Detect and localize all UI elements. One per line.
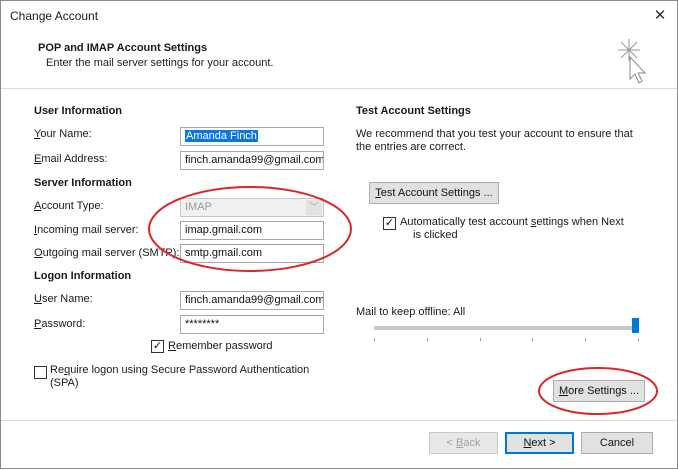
server-info-heading: Server Information	[34, 177, 132, 189]
slider-tick	[532, 338, 533, 341]
remember-password-label[interactable]: Remember password	[168, 340, 273, 352]
auto-test-checkbox[interactable]: ✓	[383, 217, 396, 230]
change-account-dialog: Change Account ✕ POP and IMAP Account Se…	[0, 0, 678, 469]
spa-checkbox[interactable]	[34, 366, 47, 379]
test-description-line1: We recommend that you test your account …	[356, 128, 633, 140]
wizard-sparkle-cursor-icon	[618, 39, 647, 84]
next-button[interactable]: Next >	[505, 432, 574, 454]
incoming-server-label: Incoming mail server:	[34, 224, 139, 236]
offline-slider-fill	[374, 326, 639, 330]
email-input[interactable]: finch.amanda99@gmail.com	[180, 151, 324, 170]
spa-label[interactable]: Require logon using Secure Password Auth…	[50, 364, 309, 376]
test-settings-heading: Test Account Settings	[356, 105, 471, 117]
back-button[interactable]: < Back	[429, 432, 498, 454]
title-bar: Change Account ✕	[1, 1, 677, 31]
chevron-down-icon: ﹀	[306, 200, 322, 215]
header-subtitle: Enter the mail server settings for your …	[46, 57, 274, 69]
checkmark-icon: ✓	[152, 340, 163, 352]
remember-password-checkbox[interactable]: ✓	[151, 340, 164, 353]
spa-label-line2: (SPA)	[50, 377, 79, 389]
offline-slider[interactable]	[374, 318, 639, 333]
your-name-label: Your Name:	[34, 128, 92, 140]
your-name-input[interactable]: Amanda Finch	[180, 127, 324, 146]
logon-info-heading: Logon Information	[34, 270, 132, 282]
cancel-button[interactable]: Cancel	[581, 432, 653, 454]
auto-test-label-line2: is clicked	[413, 229, 458, 241]
offline-slider-thumb[interactable]	[632, 318, 639, 333]
auto-test-label[interactable]: Automatically test account settings when…	[400, 216, 624, 228]
test-description-line2: the entries are correct.	[356, 141, 467, 153]
user-info-heading: User Information	[34, 105, 123, 117]
username-input[interactable]: finch.amanda99@gmail.com	[180, 291, 324, 310]
header-separator	[1, 88, 677, 89]
account-type-select[interactable]: IMAP ﹀	[180, 198, 324, 217]
slider-tick	[638, 338, 639, 341]
slider-tick	[585, 338, 586, 341]
window-title: Change Account	[10, 9, 99, 23]
offline-label: Mail to keep offline: All	[356, 306, 466, 318]
footer-separator	[1, 420, 677, 421]
account-type-value: IMAP	[185, 201, 212, 213]
incoming-server-input[interactable]: imap.gmail.com	[180, 221, 324, 240]
password-label: Password:	[34, 318, 86, 330]
outgoing-server-label: Outgoing mail server (SMTP):	[34, 247, 180, 259]
slider-tick	[480, 338, 481, 341]
close-icon: ✕	[653, 7, 667, 24]
close-button[interactable]: ✕	[643, 1, 677, 31]
more-settings-button[interactable]: More Settings ...	[553, 380, 645, 402]
offline-value: All	[453, 306, 466, 318]
slider-tick	[374, 338, 375, 341]
username-label: User Name:	[34, 293, 93, 305]
outgoing-server-input[interactable]: smtp.gmail.com	[180, 244, 324, 263]
checkmark-icon: ✓	[384, 217, 395, 229]
your-name-value: Amanda Finch	[185, 130, 258, 142]
offline-slider-ticks	[374, 338, 639, 342]
slider-tick	[427, 338, 428, 341]
email-label: Email Address:	[34, 153, 108, 165]
header-title: POP and IMAP Account Settings	[38, 42, 208, 54]
account-type-label: Account Type:	[34, 200, 104, 212]
password-input[interactable]: ********	[180, 315, 324, 334]
test-account-settings-button[interactable]: Test Account Settings ...	[369, 182, 499, 204]
